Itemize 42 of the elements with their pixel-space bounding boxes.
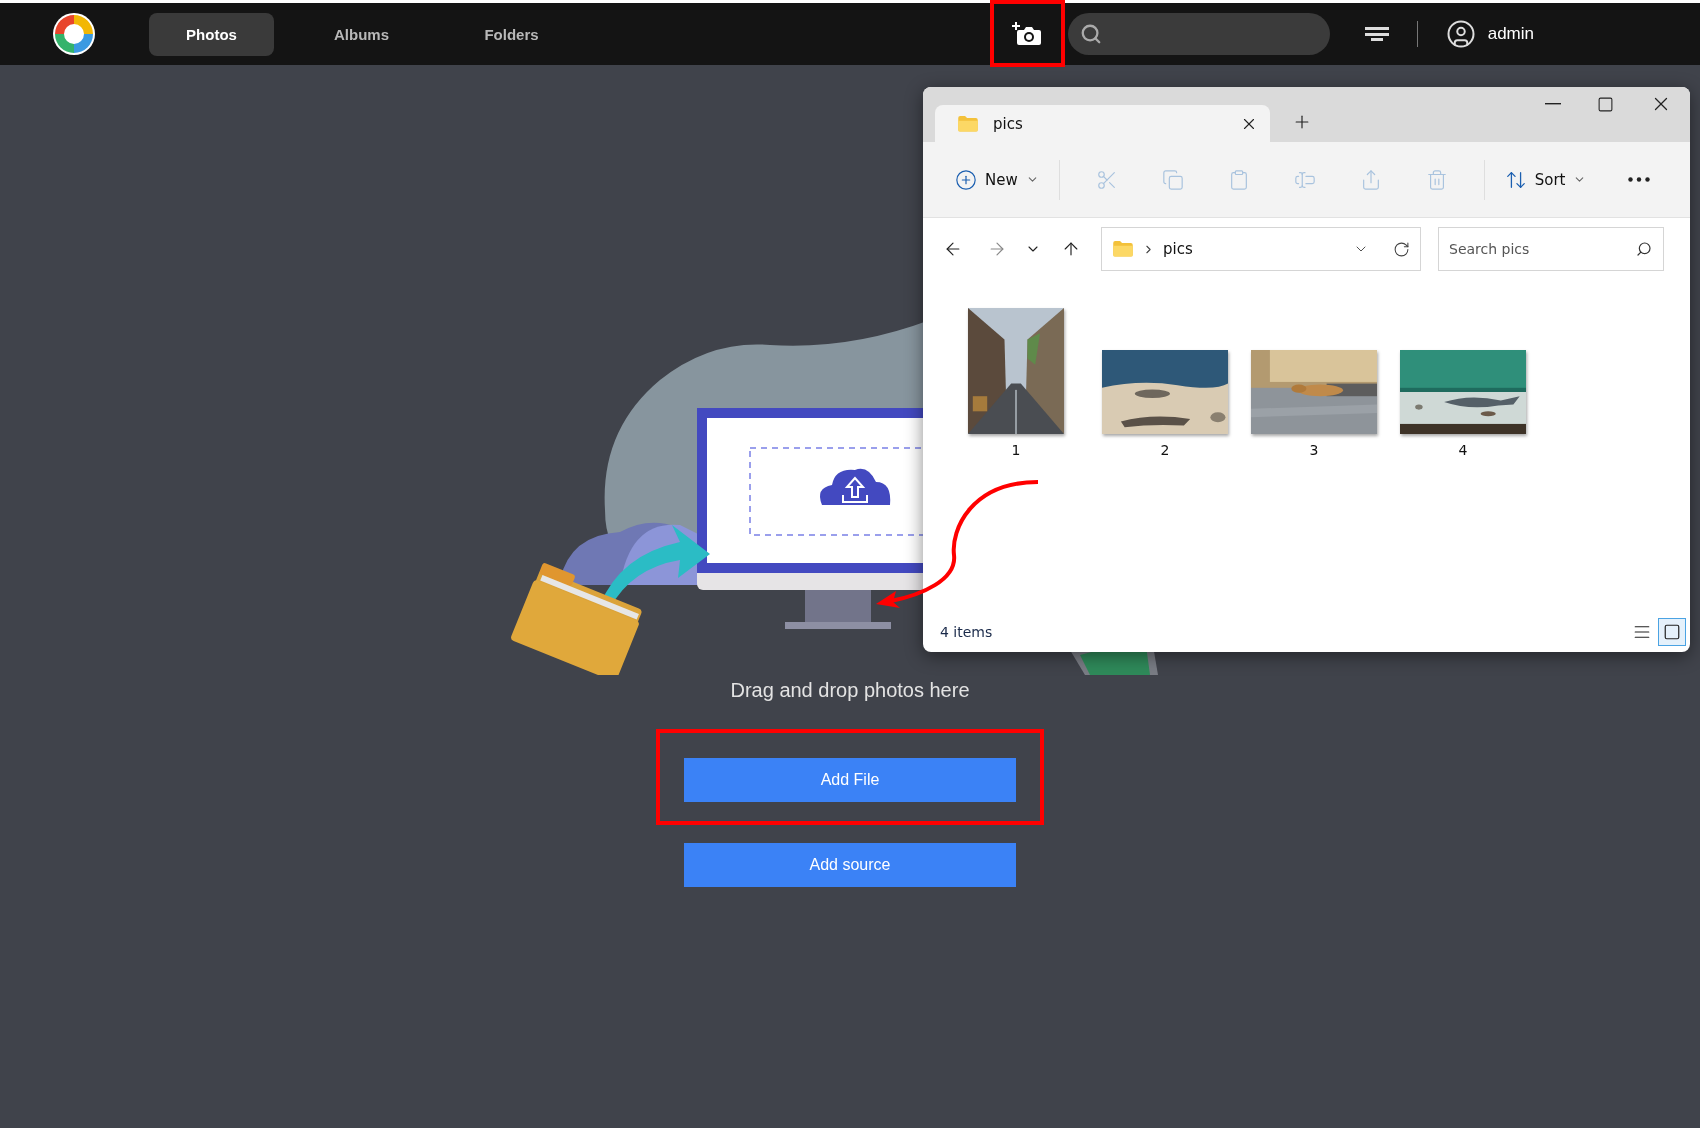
file-name[interactable]: 1 [1011, 442, 1021, 458]
sort-button[interactable]: Sort [1498, 162, 1593, 197]
new-button[interactable]: New [949, 162, 1045, 197]
large-icons-view-button[interactable] [1658, 618, 1686, 646]
nav-tab[interactable]: Albums [299, 12, 424, 56]
menu-icon [1364, 26, 1389, 42]
camera-plus-icon [1012, 20, 1043, 47]
refresh-icon[interactable] [1393, 240, 1410, 258]
file-name[interactable]: 4 [1458, 442, 1468, 458]
folder-icon [957, 114, 979, 133]
tab-title: pics [993, 114, 1024, 133]
list-icon [1633, 623, 1651, 641]
minimize-icon [1545, 103, 1561, 105]
plus-circle-icon [955, 168, 977, 191]
address-bar[interactable]: pics [1101, 227, 1421, 271]
window-tab[interactable]: pics [935, 105, 1270, 142]
menu-button[interactable] [1364, 26, 1389, 42]
more-button[interactable] [1628, 177, 1651, 182]
file-name[interactable]: 2 [1160, 442, 1170, 458]
add-file-button[interactable]: Add File [684, 758, 1016, 802]
breadcrumb[interactable]: pics [1163, 240, 1345, 258]
search-icon [1636, 241, 1652, 257]
square-icon [1663, 623, 1681, 641]
delete-icon [1425, 168, 1448, 191]
app-logo[interactable] [52, 12, 96, 56]
file-name[interactable]: 3 [1309, 442, 1319, 458]
drop-prompt: Drag and drop photos here [730, 679, 970, 702]
search-field[interactable]: Search pics [1438, 227, 1664, 271]
add-source-button[interactable]: Add source [684, 843, 1016, 887]
copy-icon [1161, 168, 1184, 191]
item-count: 4 items [940, 624, 994, 640]
search-icon [1079, 23, 1102, 45]
nav-tab[interactable]: Folders [449, 12, 574, 56]
user-name[interactable]: admin [1487, 24, 1534, 44]
maximize-icon [1597, 95, 1614, 113]
more-icon [1628, 177, 1651, 182]
folder-icon [1112, 240, 1134, 258]
user-avatar-icon[interactable] [1445, 19, 1476, 49]
nav-tab[interactable]: Photos [149, 12, 274, 56]
add-photo-button[interactable] [1012, 20, 1043, 47]
search-field[interactable] [1067, 13, 1330, 55]
cut-icon [1095, 168, 1118, 191]
